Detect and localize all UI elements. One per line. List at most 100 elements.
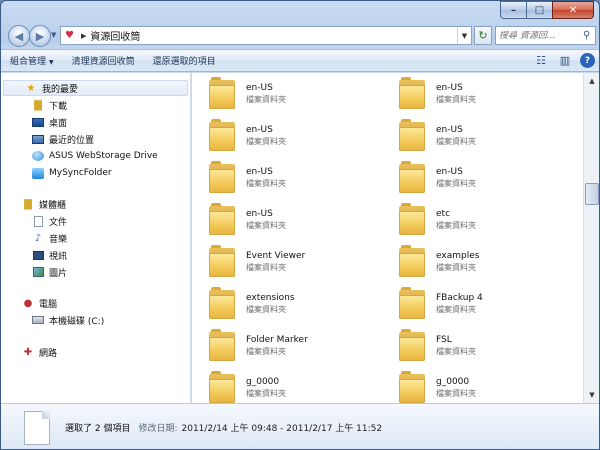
item-type: 檔案資料夾 <box>436 262 476 272</box>
organize-label: 組合管理 <box>10 57 47 67</box>
item-name: FBackup 4 <box>436 292 483 303</box>
maximize-button[interactable]: □ <box>526 1 552 19</box>
item-type: 檔案資料夾 <box>246 178 286 188</box>
sidebar-item-downloads[interactable]: ▇ 下載 <box>31 97 190 113</box>
item-type: 檔案資料夾 <box>246 262 286 272</box>
network-icon: ✚ <box>23 346 33 358</box>
sidebar-item-video[interactable]: 視訊 <box>31 247 190 263</box>
folder-icon <box>209 119 235 151</box>
folder-icon <box>399 119 425 151</box>
list-item[interactable]: FSL 檔案資料夾 <box>382 325 562 365</box>
sidebar-item-pictures[interactable]: 圖片 <box>31 264 190 280</box>
scroll-up-icon[interactable]: ▲ <box>584 73 599 89</box>
explorer-window: – □ ✕ ◀ ▶ ▼ ♥ ▶ 資源回收筒 ▼ ↻ ⚲ 組合管理▼ 清理資源回收… <box>0 0 600 450</box>
recent-places-icon <box>31 133 45 145</box>
folder-icon <box>209 371 235 403</box>
sidebar-item-documents[interactable]: 文件 <box>31 213 190 229</box>
computer-icon: ● <box>23 297 33 309</box>
item-type: 檔案資料夾 <box>436 388 476 398</box>
list-item[interactable]: en-US 檔案資料夾 <box>192 73 372 113</box>
minimize-button[interactable]: – <box>500 1 526 19</box>
sidebar-item-label: 網路 <box>39 348 58 359</box>
list-item[interactable]: en-US 檔案資料夾 <box>192 199 372 239</box>
folder-icon <box>399 329 425 361</box>
sidebar-item-libraries[interactable]: ▇ 媒體櫃 <box>21 196 190 212</box>
list-item[interactable]: en-US 檔案資料夾 <box>192 157 372 197</box>
list-item[interactable]: g_0000 檔案資料夾 <box>192 367 372 403</box>
list-item[interactable]: examples 檔案資料夾 <box>382 241 562 281</box>
folder-icon <box>399 371 425 403</box>
recent-pages-dropdown-icon[interactable]: ▼ <box>51 31 56 39</box>
folder-icon <box>399 77 425 109</box>
item-name: g_0000 <box>246 376 280 387</box>
folder-icon <box>399 287 425 319</box>
list-item[interactable]: en-US 檔案資料夾 <box>382 73 562 113</box>
list-item[interactable]: en-US 檔案資料夾 <box>192 115 372 155</box>
item-type: 檔案資料夾 <box>246 220 286 230</box>
list-item[interactable]: etc 檔案資料夾 <box>382 199 562 239</box>
libraries-icon: ▇ <box>24 198 32 210</box>
back-button[interactable]: ◀ <box>8 25 30 47</box>
list-item[interactable]: g_0000 檔案資料夾 <box>382 367 562 403</box>
sidebar-item-computer[interactable]: ● 電腦 <box>21 295 190 311</box>
address-bar[interactable]: ♥ ▶ 資源回收筒 ▼ <box>60 26 472 45</box>
forward-button[interactable]: ▶ <box>29 25 51 47</box>
sidebar-item-network[interactable]: ✚ 網路 <box>21 344 190 360</box>
list-item[interactable]: FBackup 4 檔案資料夾 <box>382 283 562 323</box>
sync-folder-icon <box>31 167 45 179</box>
list-item[interactable]: Event Viewer 檔案資料夾 <box>192 241 372 281</box>
folder-icon <box>209 329 235 361</box>
search-input[interactable] <box>499 30 583 41</box>
organize-button[interactable]: 組合管理 ▼ <box>1 54 63 67</box>
navigation-pane: ★ 我的最愛 ▇ 下載 桌面 最近的位置 ASUS WebStorage Dri… <box>1 73 191 403</box>
item-type: 檔案資料夾 <box>436 346 476 356</box>
item-type: 檔案資料夾 <box>246 136 286 146</box>
item-type: 檔案資料夾 <box>436 178 476 188</box>
sidebar-item-mysyncfolder[interactable]: MySyncFolder <box>31 165 190 181</box>
breadcrumb-arrow-icon[interactable]: ▶ <box>81 32 86 40</box>
search-icon[interactable]: ⚲ <box>583 30 590 41</box>
empty-recycle-bin-button[interactable]: 清理資源回收筒 <box>63 54 144 67</box>
list-item[interactable]: Folder Marker 檔案資料夾 <box>192 325 372 365</box>
vertical-scrollbar[interactable]: ▲ ▼ <box>583 73 599 403</box>
help-icon[interactable]: ? <box>580 53 595 68</box>
list-item[interactable]: en-US 檔案資料夾 <box>382 115 562 155</box>
refresh-button[interactable]: ↻ <box>474 26 492 45</box>
list-item[interactable]: en-US 檔案資料夾 <box>382 157 562 197</box>
folder-icon <box>209 203 235 235</box>
sidebar-item-local-disk-c[interactable]: 本機磁碟 (C:) <box>31 312 190 328</box>
item-name: Event Viewer <box>246 250 306 261</box>
item-type: 檔案資料夾 <box>246 304 286 314</box>
view-controls: ☷ ▥ ? <box>532 52 595 69</box>
desktop-icon <box>31 116 45 128</box>
restore-selected-button[interactable]: 還原選取的項目 <box>144 54 225 67</box>
scroll-down-icon[interactable]: ▼ <box>584 387 599 403</box>
list-item[interactable]: extensions 檔案資料夾 <box>192 283 372 323</box>
sidebar-item-label: 本機磁碟 (C:) <box>49 316 105 327</box>
item-name: Folder Marker <box>246 334 308 345</box>
sidebar-item-desktop[interactable]: 桌面 <box>31 114 190 130</box>
scrollbar-thumb[interactable] <box>585 183 599 205</box>
folder-icon <box>399 245 425 277</box>
music-icon: ♪ <box>34 232 42 244</box>
close-button[interactable]: ✕ <box>552 1 594 19</box>
sidebar-item-music[interactable]: ♪ 音樂 <box>31 230 190 246</box>
change-view-icon[interactable]: ☷ <box>532 52 550 69</box>
folder-icon <box>209 161 235 193</box>
folder-icon <box>209 245 235 277</box>
preview-pane-icon[interactable]: ▥ <box>556 52 574 69</box>
sidebar-item-asus-webstorage[interactable]: ASUS WebStorage Drive <box>31 148 190 164</box>
item-name: en-US <box>246 124 273 135</box>
breadcrumb-recycle-bin[interactable]: 資源回收筒 <box>90 28 140 43</box>
item-type: 檔案資料夾 <box>436 220 476 230</box>
sidebar-item-label: 下載 <box>49 101 68 112</box>
sidebar-item-recent-places[interactable]: 最近的位置 <box>31 131 190 147</box>
item-type: 檔案資料夾 <box>246 346 286 356</box>
chevron-down-icon: ▼ <box>49 59 54 66</box>
address-dropdown-icon[interactable]: ▼ <box>457 27 471 44</box>
search-box[interactable]: ⚲ <box>495 26 596 45</box>
navigation-bar: ◀ ▶ ▼ ♥ ▶ 資源回收筒 ▼ ↻ ⚲ <box>1 23 599 49</box>
sidebar-item-favorites[interactable]: ★ 我的最愛 <box>3 80 188 96</box>
item-name: en-US <box>246 166 273 177</box>
caption-buttons: – □ ✕ <box>500 1 594 19</box>
